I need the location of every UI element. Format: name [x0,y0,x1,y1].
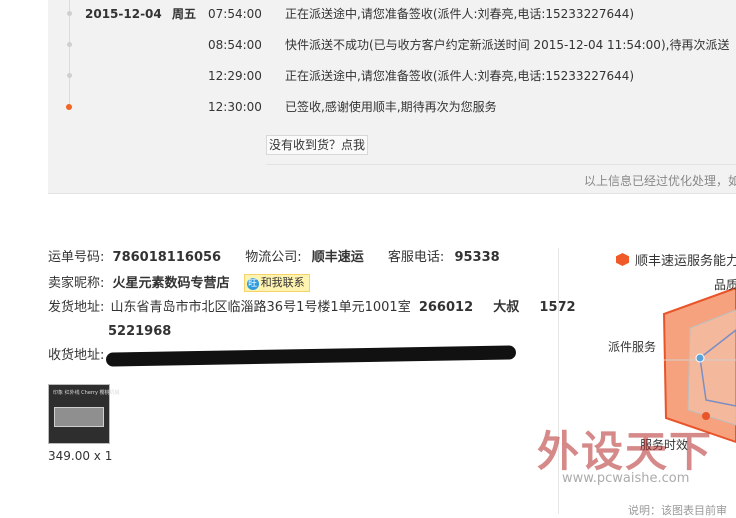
redaction-scribble [105,345,517,367]
tracking-weekday: 周五 [172,7,197,21]
radar-grid [687,309,736,426]
radar-point [695,353,705,363]
tracking-panel: 2015-12-04 周五 07:54:00 正在派送途中,请您准备签收(派件人… [48,0,736,194]
ship-label: 发货地址: [48,300,105,315]
service-phone: 95338 [454,250,500,265]
tracking-date: 2015-12-04 [85,7,162,21]
ship-phone-cont: 5221968 [108,324,172,339]
product-caption: 印象 红外线 Cherry 樱桃机械 [53,390,120,396]
tracking-text: 正在派送途中,请您准备签收(派件人:刘春亮,电话:15233227644) [285,69,635,83]
company-name: 顺丰速运 [311,250,364,265]
tracking-row: 12:29:00 正在派送途中,请您准备签收(派件人:刘春亮,电话:152332… [48,66,736,86]
seller-name[interactable]: 火星元素数码专营店 [113,276,230,291]
watermark-logo: 外设天下 [537,427,714,476]
legend-label: 顺丰速运服务能力 [635,254,736,269]
tracking-text: 快件派送不成功(已与收方客户约定新派送时间 2015-12-04 11:54:0… [285,38,730,52]
tracking-row: 08:54:00 快件派送不成功(已与收方客户约定新派送时间 2015-12-0… [48,35,736,55]
receive-label: 收货地址: [48,348,105,363]
hexagon-icon [616,253,629,266]
order-row-seller: 卖家昵称: 火星元素数码专营店 旺和我联系 [48,273,310,295]
tracking-time: 07:54:00 [208,7,262,21]
keyboard-image [54,407,104,427]
not-received-button[interactable]: 没有收到货？点我 [266,135,369,155]
ship-zip: 266012 [418,300,474,315]
watermark-url: www.pcwaishe.com [562,471,690,486]
order-row-receive: 收货地址: [48,345,104,367]
tracking-no: 786018116056 [112,250,222,265]
ship-name: 大叔 [493,300,520,315]
product-price: 349.00 x 1 [48,449,113,463]
tracking-text: 正在派送途中,请您准备签收(派件人:刘春亮,电话:15233227644) [285,7,635,21]
order-row-ship: 发货地址: 山东省青岛市市北区临淄路36号1号楼1单元1001室 266012 … [48,297,576,319]
ship-address: 山东省青岛市市北区临淄路36号1号楼1单元1001室 [110,300,411,315]
chart-footnote: 说明：该图表目前审 [628,504,727,517]
tracking-row: 2015-12-04 周五 07:54:00 正在派送途中,请您准备签收(派件人… [48,4,736,24]
tracking-time: 12:29:00 [208,69,262,83]
company-label: 物流公司: [245,250,302,265]
radar-axis-label: 品质 [714,278,736,292]
order-row-tracking: 运单号码: 786018116056 物流公司: 顺丰速运 客服电话: 9533… [48,247,500,269]
tracking-time: 08:54:00 [208,38,262,52]
tracking-row: 12:30:00 已签收,感谢使用顺丰,期待再次为您服务 [48,97,736,117]
contact-seller-button[interactable]: 旺和我联系 [243,274,310,292]
tracking-text: 已签收,感谢使用顺丰,期待再次为您服务 [285,100,497,114]
divider [266,164,736,165]
seller-label: 卖家昵称: [48,276,105,291]
radar-axis-label: 派件服务 [608,340,657,354]
wangwang-icon: 旺 [246,278,259,290]
contact-label: 和我联系 [260,276,305,289]
order-row-ship-cont: 5221968 [108,321,171,343]
tracking-time: 12:30:00 [208,100,262,114]
radar-legend: 顺丰速运服务能力 [616,250,736,269]
tracking-no-label: 运单号码: [48,250,105,265]
product-thumbnail[interactable]: 印象 红外线 Cherry 樱桃机械 [48,384,120,444]
service-phone-label: 客服电话: [387,250,445,265]
info-note: 以上信息已经过优化处理，如 [584,174,736,188]
